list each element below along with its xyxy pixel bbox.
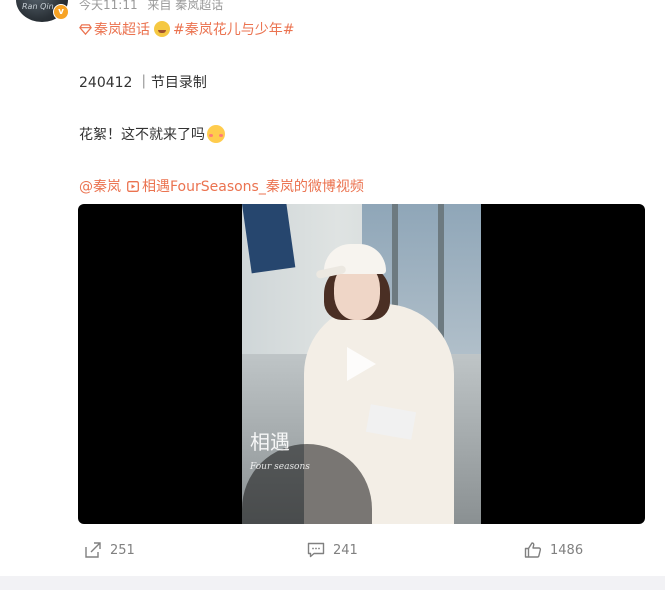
mention-link[interactable]: @秦岚 bbox=[79, 176, 121, 196]
comment-count: 241 bbox=[333, 542, 358, 558]
video-link-icon bbox=[127, 180, 139, 192]
feed-separator bbox=[0, 576, 665, 590]
weibo-post: Ran Qin v 今天11:11 来自 秦岚超话 秦岚超话 #秦岚花儿与少年#… bbox=[0, 0, 665, 590]
supertopic-link[interactable]: 秦岚超话 bbox=[94, 19, 150, 39]
avatar-text: Ran Qin bbox=[22, 2, 54, 11]
video-watermark: 相遇 bbox=[250, 430, 290, 454]
post-source[interactable]: 来自 秦岚超话 bbox=[147, 0, 223, 12]
post-text-line-1: 240412 ｜节目录制 bbox=[79, 75, 207, 91]
thumbs-up-icon bbox=[524, 542, 542, 558]
action-bar: 251 241 1486 bbox=[0, 541, 665, 567]
post-text-line-2: 花絮！这不就来了吗 bbox=[79, 124, 225, 144]
post-text-content: 花絮！这不就来了吗 bbox=[79, 127, 205, 143]
blush-emoji-icon bbox=[207, 125, 225, 143]
forward-count: 251 bbox=[110, 542, 135, 558]
like-count: 1486 bbox=[550, 542, 584, 558]
post-links: @秦岚 相遇FourSeasons_秦岚的微博视频 bbox=[79, 176, 364, 196]
supertopic-diamond-icon bbox=[79, 23, 92, 35]
post-time[interactable]: 今天11:11 bbox=[79, 0, 138, 12]
topic-link[interactable]: #秦岚花儿与少年# bbox=[173, 19, 294, 39]
like-button[interactable]: 1486 bbox=[524, 541, 583, 559]
forward-icon bbox=[85, 542, 101, 558]
verified-badge-icon: v bbox=[53, 4, 69, 20]
video-watermark-subtitle: Four seasons bbox=[250, 462, 310, 472]
emoji-icon bbox=[154, 21, 170, 37]
forward-button[interactable]: 251 bbox=[84, 541, 135, 559]
comment-icon bbox=[307, 542, 325, 558]
play-icon[interactable] bbox=[343, 344, 379, 384]
post-meta: 今天11:11 来自 秦岚超话 bbox=[79, 0, 229, 13]
blue-sign bbox=[242, 204, 296, 274]
comment-button[interactable]: 241 bbox=[307, 541, 358, 559]
video-player[interactable]: 相遇 Four seasons bbox=[78, 204, 645, 524]
topic-tags: 秦岚超话 #秦岚花儿与少年# bbox=[79, 19, 294, 39]
video-link[interactable]: 相遇FourSeasons_秦岚的微博视频 bbox=[142, 176, 364, 196]
